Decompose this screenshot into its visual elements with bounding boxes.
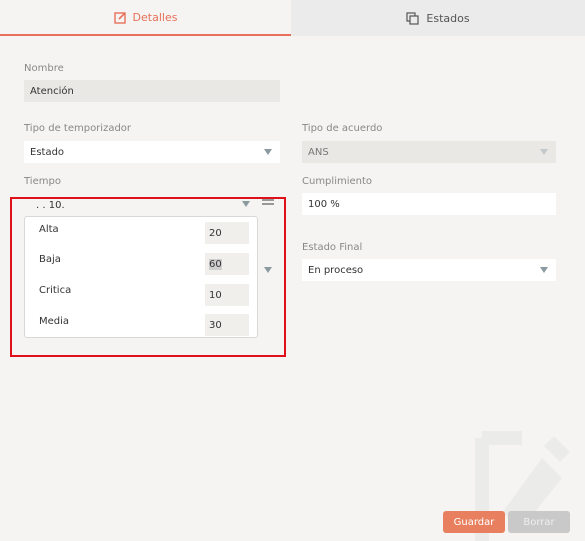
time-label: Tiempo (24, 176, 61, 187)
highlight-box (10, 197, 286, 357)
chevron-down-icon (540, 267, 548, 273)
tab-details-label: Detalles (132, 10, 178, 24)
tab-bar: Detalles Estados (0, 0, 585, 36)
tab-states[interactable]: Estados (291, 0, 585, 36)
save-button[interactable]: Guardar (443, 511, 505, 533)
name-field[interactable]: Atención (24, 80, 280, 102)
delete-button[interactable]: Borrar (508, 511, 570, 533)
compliance-label: Cumplimiento (302, 176, 373, 187)
tab-states-label: Estados (426, 11, 470, 25)
agreement-value: ANS (308, 146, 329, 158)
agreement-select[interactable]: ANS (302, 141, 556, 163)
name-label: Nombre (24, 63, 64, 74)
chevron-down-icon (540, 149, 548, 155)
compliance-value: 100 % (308, 198, 340, 210)
final-state-label: Estado Final (302, 242, 363, 253)
compliance-field[interactable]: 100 % (302, 193, 556, 215)
agreement-label: Tipo de acuerdo (302, 123, 383, 134)
final-state-value: En proceso (308, 264, 364, 276)
name-value: Atención (30, 85, 74, 97)
edit-icon (113, 11, 126, 24)
timer-type-value: Estado (30, 146, 65, 158)
timer-type-label: Tipo de temporizador (24, 123, 132, 134)
copy-icon (406, 11, 420, 25)
final-state-select[interactable]: En proceso (302, 259, 556, 281)
chevron-down-icon (264, 149, 272, 155)
tab-details[interactable]: Detalles (0, 0, 291, 36)
timer-type-select[interactable]: Estado (24, 141, 280, 163)
